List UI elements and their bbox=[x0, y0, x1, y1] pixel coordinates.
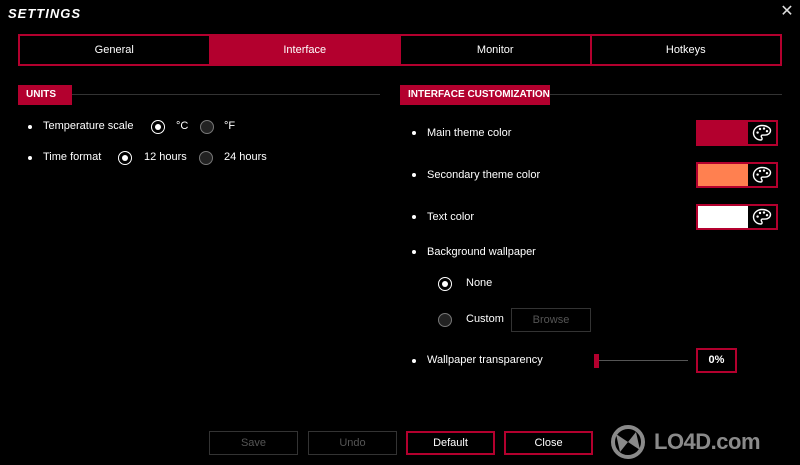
tab-hotkeys[interactable]: Hotkeys bbox=[592, 36, 781, 64]
tab-general[interactable]: General bbox=[20, 36, 211, 64]
fahrenheit-radio[interactable] bbox=[200, 120, 214, 134]
tab-monitor[interactable]: Monitor bbox=[401, 36, 592, 64]
fahrenheit-label: °F bbox=[224, 120, 236, 132]
secondary-theme-color-fill bbox=[698, 164, 748, 186]
tab-interface[interactable]: Interface bbox=[210, 36, 401, 64]
undo-button[interactable]: Undo bbox=[308, 431, 397, 455]
palette-icon bbox=[748, 122, 776, 144]
background-wallpaper-label: Background wallpaper bbox=[427, 246, 536, 258]
bullet bbox=[412, 131, 416, 135]
interface-customization-header: INTERFACE CUSTOMIZATION bbox=[400, 85, 550, 105]
wallpaper-none-label: None bbox=[466, 277, 493, 289]
12-hours-label: 12 hours bbox=[144, 151, 187, 163]
bullet bbox=[28, 125, 32, 129]
time-format-label: Time format bbox=[43, 151, 102, 163]
tab-bar: General Interface Monitor Hotkeys bbox=[18, 34, 782, 66]
bullet bbox=[28, 156, 32, 160]
default-button[interactable]: Default bbox=[406, 431, 495, 455]
window-title: SETTINGS bbox=[8, 6, 82, 21]
bullet bbox=[412, 215, 416, 219]
secondary-theme-color-picker[interactable] bbox=[696, 162, 778, 188]
text-color-fill bbox=[698, 206, 748, 228]
wallpaper-transparency-label: Wallpaper transparency bbox=[427, 354, 543, 366]
watermark: LO4D.com bbox=[608, 424, 761, 460]
close-icon[interactable]: ✕ bbox=[778, 3, 796, 21]
12-hours-radio[interactable] bbox=[118, 151, 132, 165]
transparency-value[interactable]: 0% bbox=[696, 348, 737, 373]
secondary-theme-color-label: Secondary theme color bbox=[427, 169, 541, 181]
palette-icon bbox=[748, 164, 776, 186]
24-hours-radio[interactable] bbox=[199, 151, 213, 165]
main-theme-color-picker[interactable] bbox=[696, 120, 778, 146]
browse-button[interactable]: Browse bbox=[511, 308, 591, 332]
watermark-text: LO4D.com bbox=[654, 429, 761, 454]
close-button[interactable]: Close bbox=[504, 431, 593, 455]
main-theme-color-label: Main theme color bbox=[427, 127, 512, 139]
text-color-picker[interactable] bbox=[696, 204, 778, 230]
bullet bbox=[412, 250, 416, 254]
title-bar: SETTINGS ✕ bbox=[0, 0, 800, 28]
transparency-slider-thumb[interactable] bbox=[594, 354, 599, 368]
customization-divider bbox=[550, 94, 782, 95]
text-color-label: Text color bbox=[427, 211, 475, 223]
units-divider bbox=[72, 94, 380, 95]
celsius-label: °C bbox=[176, 120, 189, 132]
save-button[interactable]: Save bbox=[209, 431, 298, 455]
wallpaper-none-radio[interactable] bbox=[438, 277, 452, 291]
24-hours-label: 24 hours bbox=[224, 151, 267, 163]
transparency-slider-track[interactable] bbox=[596, 360, 688, 361]
main-theme-color-fill bbox=[698, 122, 748, 144]
palette-icon bbox=[748, 206, 776, 228]
bullet bbox=[412, 173, 416, 177]
wallpaper-custom-label: Custom bbox=[466, 313, 504, 325]
celsius-radio[interactable] bbox=[151, 120, 165, 134]
temperature-scale-label: Temperature scale bbox=[43, 120, 134, 132]
bullet bbox=[412, 359, 416, 363]
wallpaper-custom-radio[interactable] bbox=[438, 313, 452, 327]
watermark-logo-icon bbox=[611, 425, 645, 459]
units-header: UNITS bbox=[18, 85, 72, 105]
